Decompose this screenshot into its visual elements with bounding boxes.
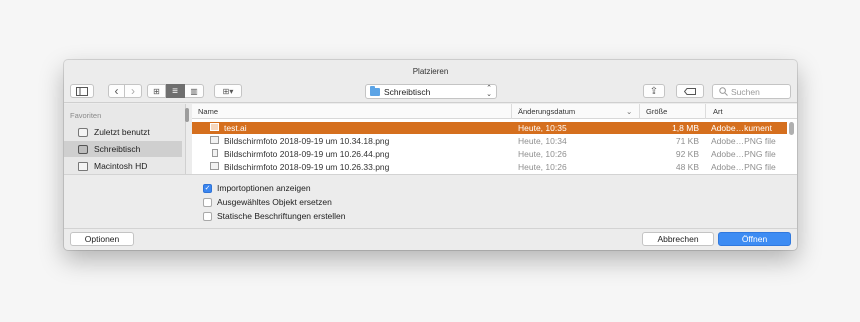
file-date: Heute, 10:34 [518,136,567,146]
option-label: Statische Beschriftungen erstellen [217,211,346,221]
navigation-segment: ‹ › [108,84,142,98]
forward-button[interactable]: › [125,84,142,98]
file-row[interactable]: Bildschirmfoto 2018-09-19 um 10.26.44.pn… [192,148,787,160]
file-date: Heute, 10:26 [518,162,567,172]
column-header-date[interactable]: Änderungsdatum [518,107,575,116]
column-header-kind[interactable]: Art [713,107,723,116]
view-mode-segment: ⊞ ≡ ▥ [147,84,204,98]
file-size: 1,8 MB [672,123,699,133]
sidebar-item-recents[interactable]: Zuletzt benutzt [64,124,182,140]
file-kind: Adobe…PNG file [711,149,776,159]
tag-icon [684,87,696,95]
file-size: 71 KB [675,136,699,146]
search-placeholder: Suchen [731,86,760,97]
file-size: 48 KB [675,162,699,172]
column-divider[interactable] [511,104,512,119]
file-name: Bildschirmfoto 2018-09-19 um 10.26.44.pn… [224,149,390,159]
checkbox-unchecked[interactable] [203,197,212,207]
png-file-icon [212,149,218,157]
file-kind: Adobe…kument [711,123,772,133]
file-list: Name Änderungsdatum ⌄ Größe Art test.ai … [192,104,797,174]
ai-file-icon [210,123,219,131]
option-label: Ausgewähltes Objekt ersetzen [217,197,332,207]
column-view-button[interactable]: ▥ [185,84,204,98]
sidebar: Favoriten Zuletzt benutzt Schreibtisch M… [64,104,189,174]
grid-icon: ⊞ [153,86,160,96]
checkmark-icon: ✓ [204,184,211,192]
sidebar-scrollbar[interactable] [185,108,189,122]
chevron-right-icon: › [131,84,135,98]
arrange-grid-icon: ⊞▾ [222,86,234,96]
option-label: Importoptionen anzeigen [217,183,311,193]
option-create-static-captions[interactable]: Statische Beschriftungen erstellen [203,210,346,222]
sidebar-item-label: Macintosh HD [94,161,148,171]
sidebar-toggle-button[interactable] [70,84,94,98]
file-row[interactable]: Bildschirmfoto 2018-09-19 um 10.26.33.pn… [192,161,787,173]
sidebar-item-desktop[interactable]: Schreibtisch [64,141,182,157]
file-kind: Adobe…PNG file [711,162,776,172]
arrange-button[interactable]: ⊞▾ [214,84,242,98]
harddisk-icon [78,161,88,171]
sidebar-item-macintosh-hd[interactable]: Macintosh HD [64,158,182,174]
sidebar-toggle-icon [76,86,88,96]
dialog-title: Platzieren [412,67,449,76]
place-dialog: Platzieren ‹ › ⊞ ≡ ▥ ⊞▾ Schreibtisch ⌃ ⌄… [64,60,797,250]
options-button[interactable]: Optionen [70,232,134,246]
file-kind: Adobe…PNG file [711,136,776,146]
file-name: Bildschirmfoto 2018-09-19 um 10.34.18.pn… [224,136,390,146]
share-icon: ⇪ [649,85,659,97]
icon-view-button[interactable]: ⊞ [147,84,166,98]
file-name: Bildschirmfoto 2018-09-19 um 10.26.33.pn… [224,162,390,172]
toolbar: ‹ › ⊞ ≡ ▥ ⊞▾ Schreibtisch ⌃ ⌄ ⇪ Suchen [64,81,797,103]
button-bar: Optionen Abbrechen Öffnen [64,228,797,250]
file-date: Heute, 10:26 [518,149,567,159]
checkbox-unchecked[interactable] [203,211,212,221]
sidebar-item-label: Schreibtisch [94,144,141,154]
column-header-row: Name Änderungsdatum ⌄ Größe Art [192,104,797,119]
open-button[interactable]: Öffnen [718,232,791,246]
back-button[interactable]: ‹ [108,84,125,98]
file-size: 92 KB [675,149,699,159]
sidebar-section-favorites: Favoriten [70,111,102,120]
tag-button[interactable] [676,84,704,98]
file-date: Heute, 10:35 [518,123,567,133]
column-divider[interactable] [705,104,706,119]
png-file-icon [210,162,219,170]
cancel-button[interactable]: Abbrechen [642,232,714,246]
file-list-scrollbar[interactable] [789,122,794,135]
location-popup[interactable]: Schreibtisch ⌃ ⌄ [365,84,497,99]
option-replace-selected[interactable]: Ausgewähltes Objekt ersetzen [203,196,332,208]
updown-chevron-icon: ⌃ ⌄ [486,85,492,98]
columns-icon: ▥ [190,86,198,96]
file-name: test.ai [224,123,247,133]
sidebar-item-label: Zuletzt benutzt [94,127,150,137]
share-button[interactable]: ⇪ [643,84,665,98]
checkbox-checked[interactable]: ✓ [203,183,212,193]
file-row[interactable]: test.ai Heute, 10:35 1,8 MB Adobe…kument [192,122,787,134]
column-divider[interactable] [639,104,640,119]
png-file-icon [210,136,219,144]
chevron-left-icon: ‹ [114,84,119,98]
desktop-icon [78,144,88,154]
search-icon [719,87,728,96]
column-header-name[interactable]: Name [198,107,218,116]
file-row[interactable]: Bildschirmfoto 2018-09-19 um 10.34.18.pn… [192,135,787,147]
folder-icon [370,85,380,96]
list-icon: ≡ [172,85,178,97]
recents-icon [78,127,88,137]
column-header-size[interactable]: Größe [646,107,667,116]
location-label: Schreibtisch [384,86,431,97]
option-show-import-options[interactable]: ✓ Importoptionen anzeigen [203,182,311,194]
import-options: ✓ Importoptionen anzeigen Ausgewähltes O… [64,174,797,228]
sort-chevron-icon: ⌄ [626,107,633,116]
search-field[interactable]: Suchen [712,84,791,99]
list-view-button[interactable]: ≡ [166,84,185,98]
